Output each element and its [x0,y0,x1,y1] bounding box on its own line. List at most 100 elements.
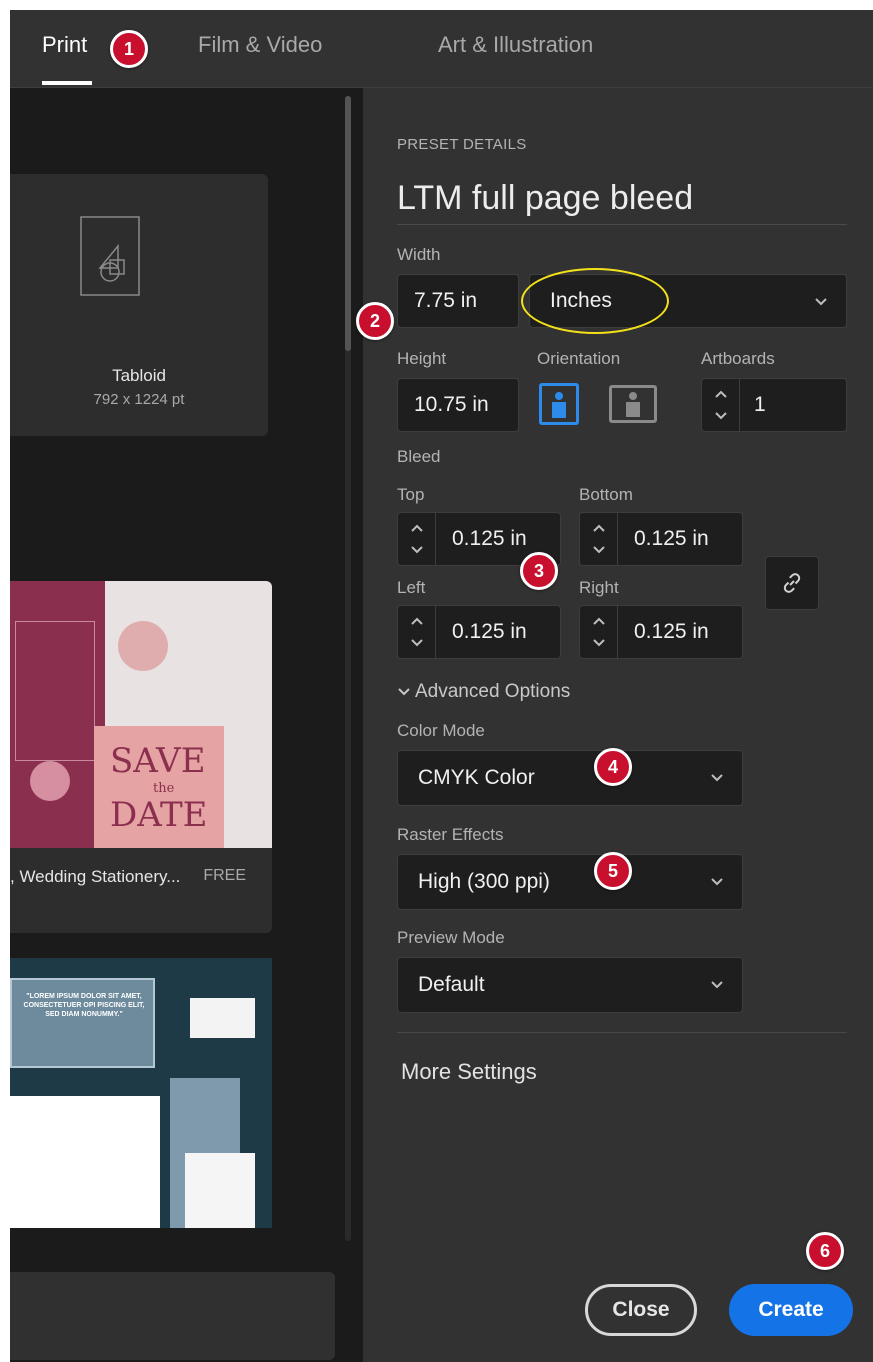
template-card-wedding[interactable]: SAVE the DATE , Wedding Stationery... FR… [10,581,272,933]
flower-art [118,621,168,671]
bleed-right-label: Right [579,578,619,597]
bleed-right-stepper[interactable]: 0.125 in [579,605,743,659]
raster-effects-label: Raster Effects [397,825,504,844]
postcard-back-art [185,1153,255,1228]
chevron-down-icon [711,774,723,782]
chevron-down-icon [711,878,723,886]
orientation-label: Orientation [537,349,621,368]
active-tab-indicator [42,81,92,85]
art-text-date: DATE [110,795,208,835]
chevron-down-icon[interactable] [410,545,424,555]
height-label: Height [397,349,447,368]
quote-text: "LOREM IPSUM DOLOR SIT AMET, CONSECTETUE… [23,993,145,1018]
new-document-dialog: Print Film & Video Art & Illustration 1 … [10,10,873,1362]
tab-print[interactable]: Print [42,32,87,58]
quote-card-art: "LOREM IPSUM DOLOR SIT AMET, CONSECTETUE… [10,978,155,1068]
landscape-orientation-icon[interactable] [609,385,657,423]
artboards-stepper[interactable]: 1 [701,378,847,432]
width-field[interactable]: 7.75 in [397,274,519,328]
chevron-down-icon[interactable] [592,638,606,648]
artboards-label: Artboards [701,349,775,368]
units-highlight-annotation [521,268,669,334]
advanced-options-label: Advanced Options [415,681,571,702]
chevron-down-icon [398,688,410,696]
preview-mode-value: Default [418,973,485,996]
color-mode-value: CMYK Color [418,766,535,789]
envelope-art [190,998,255,1038]
bleed-bottom-stepper[interactable]: 0.125 in [579,512,743,566]
stepper-arrows[interactable] [580,606,618,658]
document-shapes-icon [80,216,140,296]
invitation-border-art [15,621,95,761]
step-marker-4: 4 [594,748,632,786]
color-mode-label: Color Mode [397,721,485,740]
width-label: Width [397,245,441,264]
bleed-right-value: 0.125 in [634,620,709,643]
preview-mode-label: Preview Mode [397,928,505,947]
step-marker-5: 5 [594,852,632,890]
tab-art-illustration[interactable]: Art & Illustration [438,32,593,58]
bleed-label: Bleed [397,447,441,466]
stepper-arrows[interactable] [580,513,618,565]
close-button[interactable]: Close [585,1284,697,1336]
preset-search-bar[interactable] [10,1272,335,1360]
chevron-down-icon[interactable] [714,411,728,421]
scrollbar-thumb[interactable] [345,96,351,351]
template-thumbnail-wedding: SAVE the DATE [10,581,272,848]
chevron-up-icon[interactable] [592,616,606,626]
link-bleed-button[interactable] [765,556,819,610]
bleed-top-label: Top [397,485,425,504]
chevron-up-icon[interactable] [410,523,424,533]
color-mode-select[interactable]: CMYK Color [397,750,743,806]
chevron-down-icon[interactable] [592,545,606,555]
bleed-bottom-label: Bottom [579,485,633,504]
more-settings-button[interactable]: More Settings [401,1059,537,1085]
template-card-stationery[interactable]: "LOREM IPSUM DOLOR SIT AMET, CONSECTETUE… [10,958,272,1228]
preset-card-size: 792 x 1224 pt [93,391,185,408]
preset-name-underline [397,224,847,225]
step-marker-6: 6 [806,1232,844,1270]
stepper-arrows[interactable] [398,606,436,658]
height-value: 10.75 in [414,393,489,416]
preview-mode-select[interactable]: Default [397,957,743,1013]
preset-details-heading: PRESET DETAILS [397,136,527,153]
raster-effects-select[interactable]: High (300 ppi) [397,854,743,910]
preset-name-input[interactable]: LTM full page bleed [397,179,693,218]
tab-film-video[interactable]: Film & Video [198,32,322,58]
height-field[interactable]: 10.75 in [397,378,519,432]
chevron-up-icon[interactable] [592,523,606,533]
advanced-options-toggle[interactable]: Advanced Options [397,681,570,703]
stepper-arrows[interactable] [702,379,740,431]
link-icon [783,573,801,593]
template-price-badge: FREE [203,867,246,884]
step-marker-3: 3 [520,552,558,590]
letterhead-art [10,1096,160,1228]
bleed-left-stepper[interactable]: 0.125 in [397,605,561,659]
bleed-left-value: 0.125 in [452,620,527,643]
bleed-top-value: 0.125 in [452,527,527,550]
art-text-the: the [153,781,175,796]
preset-card-title: Tabloid [112,366,166,385]
portrait-orientation-icon[interactable] [539,383,579,425]
artboards-value: 1 [754,393,766,416]
preset-list-scrollbar[interactable] [345,96,351,1241]
settings-divider [397,1032,847,1033]
chevron-up-icon[interactable] [714,389,728,399]
preset-list: Tabloid 792 x 1224 pt SAVE the DATE , We… [10,88,363,1362]
art-text-save: SAVE [110,741,206,781]
chevron-up-icon[interactable] [410,616,424,626]
stepper-arrows[interactable] [398,513,436,565]
chevron-down-icon[interactable] [410,638,424,648]
bleed-left-label: Left [397,578,426,597]
bleed-bottom-value: 0.125 in [634,527,709,550]
template-thumbnail-stationery: "LOREM IPSUM DOLOR SIT AMET, CONSECTETUE… [10,958,272,1228]
flower-art [30,761,70,801]
chevron-down-icon [815,298,827,306]
width-value: 7.75 in [414,289,478,312]
step-marker-2: 2 [356,302,394,340]
create-button[interactable]: Create [729,1284,853,1336]
preset-card-tabloid[interactable]: Tabloid 792 x 1224 pt [10,174,268,436]
step-marker-1: 1 [110,30,148,68]
chevron-down-icon [711,981,723,989]
raster-effects-value: High (300 ppi) [418,870,550,893]
